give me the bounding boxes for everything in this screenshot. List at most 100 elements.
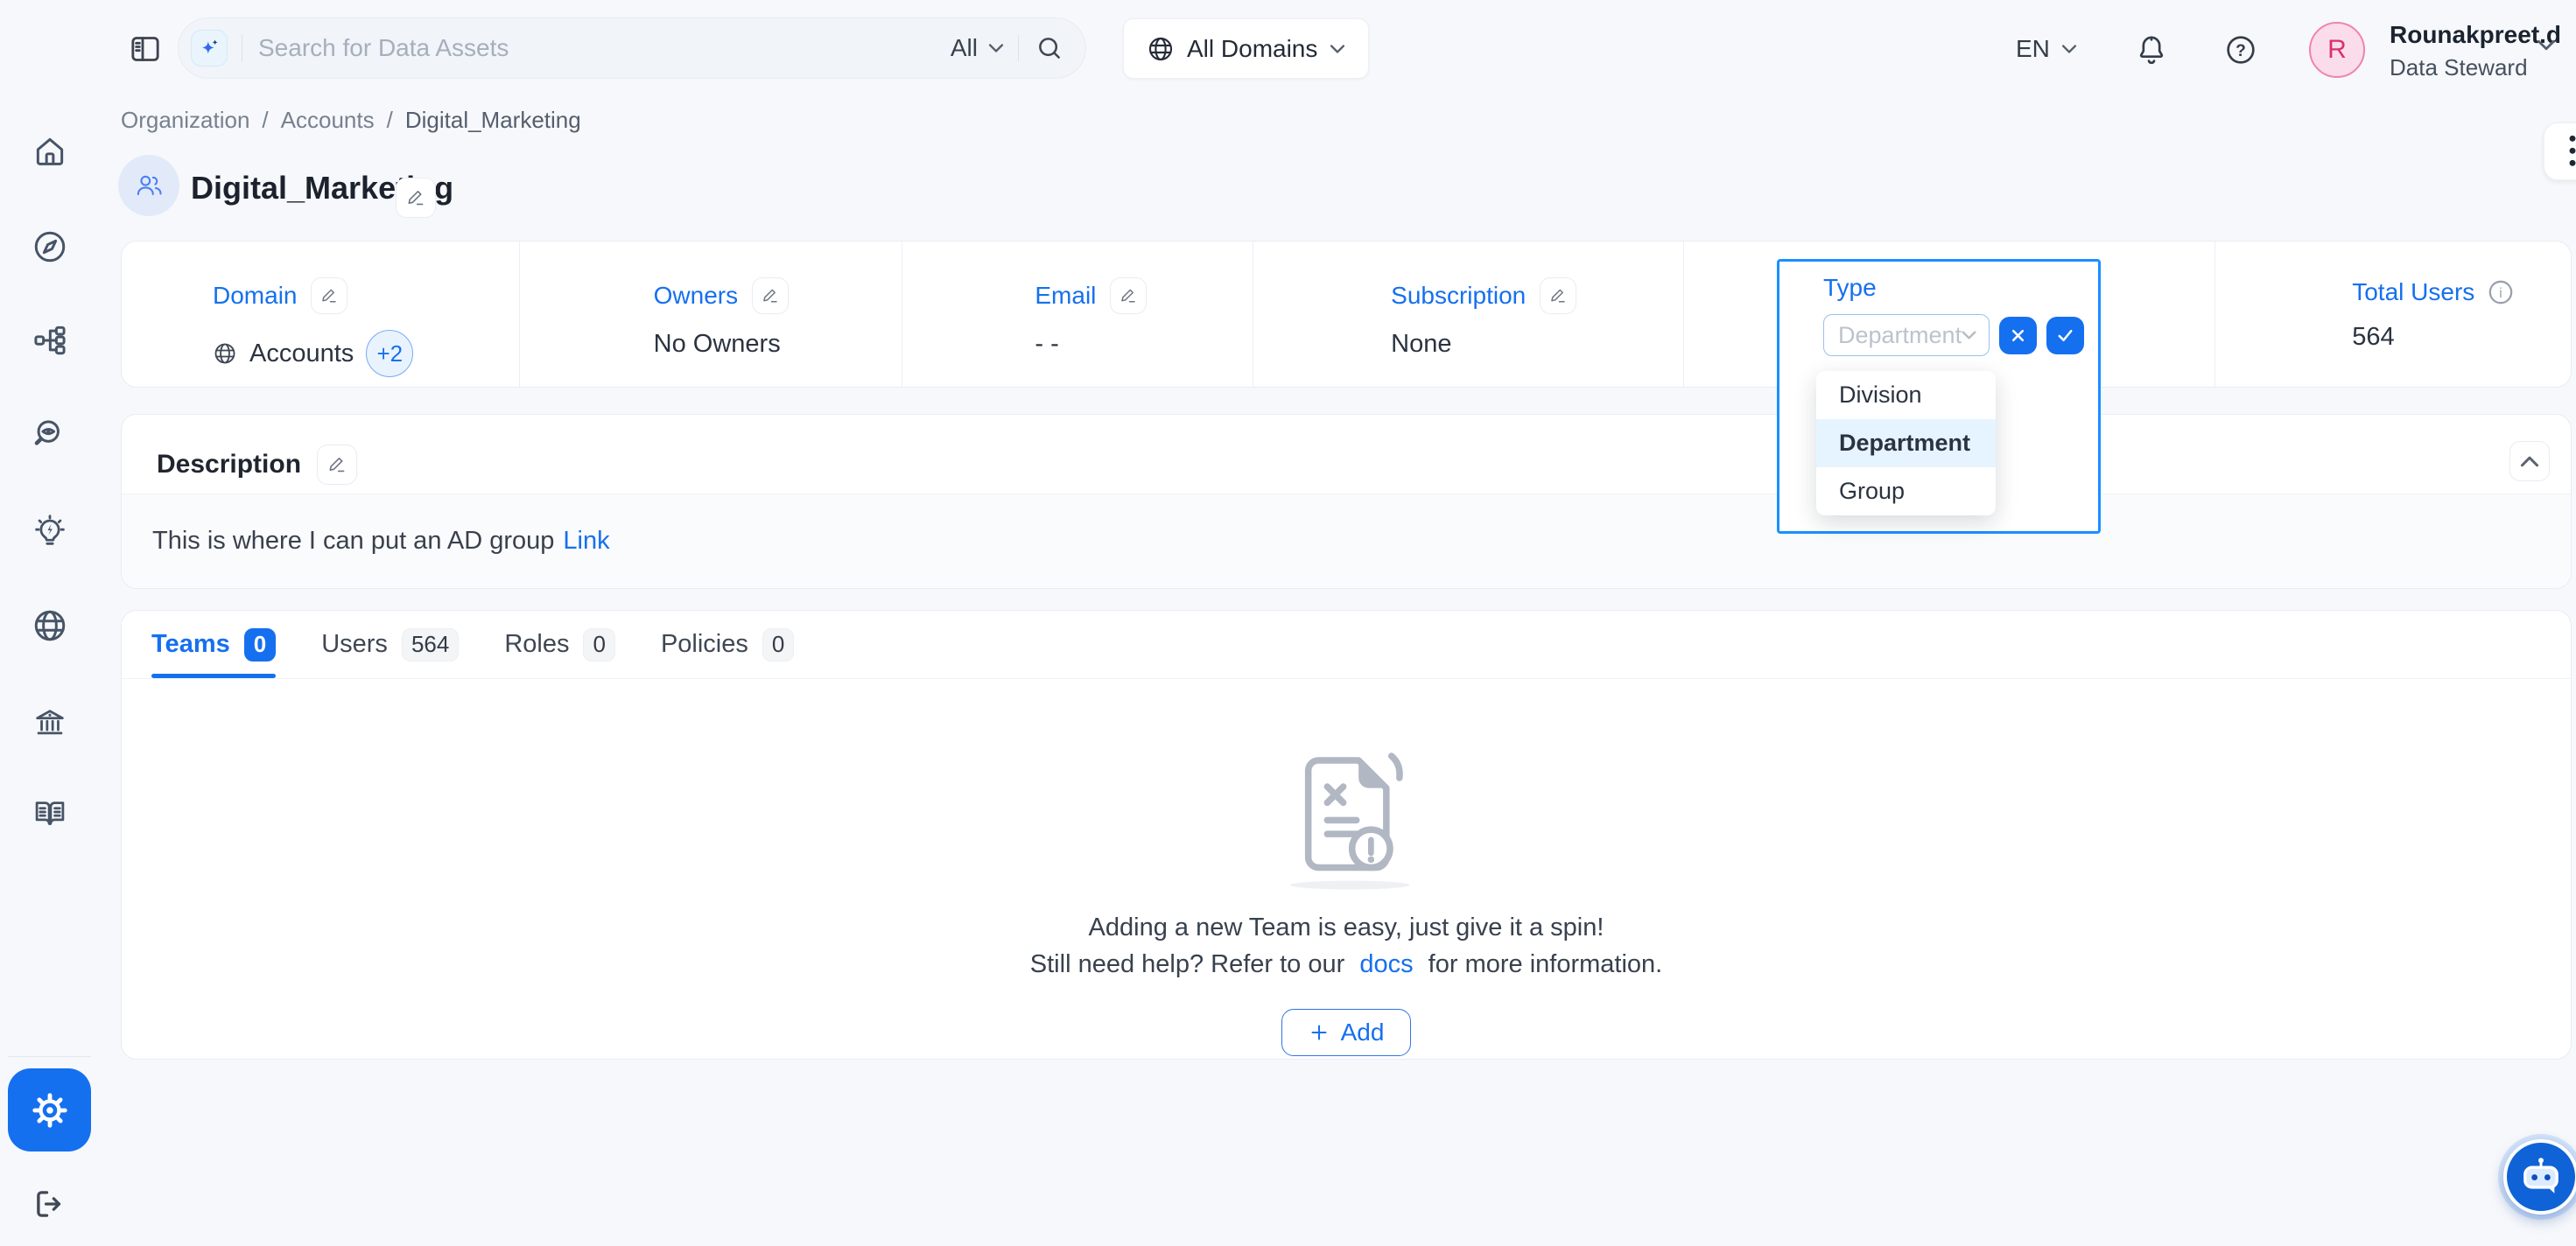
summary-col-owners: Owners No Owners <box>519 242 902 387</box>
add-button-label: Add <box>1341 1018 1385 1046</box>
email-value: - - <box>1035 330 1058 359</box>
gear-icon <box>30 1090 70 1130</box>
confirm-type-button[interactable] <box>2046 317 2084 354</box>
language-dropdown[interactable]: EN <box>2016 35 2077 63</box>
description-text: This is where I can put an AD group <box>152 527 554 556</box>
tab-policies[interactable]: Policies 0 <box>661 611 794 678</box>
type-option-division[interactable]: Division <box>1816 371 1996 419</box>
info-circle-icon: i <box>2486 277 2516 307</box>
empty-document-icon <box>1281 735 1412 900</box>
search-input[interactable] <box>258 34 951 62</box>
avatar-initial: R <box>2327 35 2347 65</box>
bank-icon <box>32 704 68 741</box>
breadcrumb-item-current: Digital_Marketing <box>405 107 581 134</box>
observability-eye-lens-icon <box>32 416 68 453</box>
collapse-description-button[interactable] <box>2509 441 2550 481</box>
compass-icon <box>32 228 68 265</box>
domain-more-badge[interactable]: +2 <box>366 330 413 377</box>
sidebar-item-lineage[interactable] <box>30 320 70 360</box>
search-icon[interactable] <box>1035 33 1064 63</box>
breadcrumb-item-accounts[interactable]: Accounts <box>281 107 375 134</box>
chevron-down-icon <box>1330 44 1345 54</box>
empty-help-suffix: for more information. <box>1428 950 1663 978</box>
sidebar-item-domains[interactable] <box>30 606 70 646</box>
description-body: This is where I can put an AD group Link <box>122 494 2571 588</box>
sidebar-item-explore[interactable] <box>30 227 70 267</box>
docs-link[interactable]: docs <box>1359 950 1413 978</box>
global-search-bar: All <box>178 18 1086 79</box>
user-menu[interactable]: Rounakpreet.d Data Steward <box>2390 19 2561 82</box>
chatbot-button[interactable] <box>2503 1139 2576 1214</box>
breadcrumb-separator: / <box>262 107 268 134</box>
sidebar-item-settings[interactable] <box>8 1068 91 1152</box>
edit-subscription-button[interactable] <box>1540 277 1576 314</box>
logout-icon <box>32 1186 68 1222</box>
sidebar-item-logout[interactable] <box>30 1184 70 1224</box>
left-sidebar <box>0 0 99 1246</box>
sidebar-toggle-button[interactable] <box>128 32 163 66</box>
teams-empty-state: Adding a new Team is easy, just give it … <box>122 679 2571 1056</box>
total-users-label: Total Users <box>2352 278 2474 306</box>
team-detail-card: Teams 0 Users 564 Roles 0 Policies 0 <box>121 610 2572 1060</box>
user-menu-chevron-icon[interactable] <box>2537 38 2572 74</box>
type-select[interactable]: Department <box>1823 314 1990 356</box>
breadcrumb-item-organization[interactable]: Organization <box>121 107 249 134</box>
all-domains-button[interactable]: All Domains <box>1123 18 1369 79</box>
chatbot-robot-icon <box>2519 1155 2563 1199</box>
chevron-down-icon <box>988 43 1004 53</box>
all-domains-label: All Domains <box>1187 35 1317 63</box>
description-label: Description <box>157 450 301 480</box>
tab-roles[interactable]: Roles 0 <box>504 611 615 678</box>
tab-teams[interactable]: Teams 0 <box>151 611 276 678</box>
tab-bar: Teams 0 Users 564 Roles 0 Policies 0 <box>122 611 2571 679</box>
tab-roles-count: 0 <box>583 628 614 662</box>
cancel-type-button[interactable] <box>1999 317 2037 354</box>
summary-col-subscription: Subscription None <box>1253 242 1683 387</box>
sidebar-item-observability[interactable] <box>30 415 70 455</box>
sidebar-item-insights[interactable] <box>30 512 70 552</box>
email-label: Email <box>1035 282 1096 310</box>
language-label: EN <box>2016 35 2050 63</box>
sidebar-item-glossary[interactable] <box>30 793 70 833</box>
chevron-down-icon <box>2061 44 2077 54</box>
type-edit-spotlight: Type Department Division Department Grou… <box>1777 259 2101 534</box>
help-question-icon[interactable]: ? <box>2223 32 2258 67</box>
summary-col-domain: Domain Accounts +2 <box>122 242 519 387</box>
edit-description-button[interactable] <box>317 444 357 485</box>
domain-value[interactable]: Accounts <box>249 340 354 368</box>
topbar: All All Domains EN ? R Rounakpreet.d Dat… <box>0 0 2576 99</box>
empty-help-prefix: Still need help? Refer to our <box>1030 950 1345 978</box>
manage-kebab-menu-button[interactable] <box>2544 122 2576 180</box>
close-x-icon <box>2009 326 2027 345</box>
edit-email-button[interactable] <box>1110 277 1147 314</box>
search-scope-dropdown[interactable]: All <box>951 34 1004 62</box>
plus-icon <box>1309 1022 1330 1043</box>
notifications-bell-icon[interactable] <box>2134 32 2169 67</box>
tab-policies-label: Policies <box>661 630 748 659</box>
lightbulb-bolt-icon <box>32 514 68 550</box>
edit-owners-button[interactable] <box>752 277 789 314</box>
tab-users[interactable]: Users 564 <box>321 611 459 678</box>
chevron-up-icon <box>2520 455 2539 468</box>
user-avatar[interactable]: R <box>2309 22 2365 78</box>
edit-domain-button[interactable] <box>311 277 347 314</box>
user-name: Rounakpreet.d <box>2390 19 2561 50</box>
home-icon <box>32 133 68 170</box>
type-option-department[interactable]: Department <box>1816 419 1996 467</box>
description-link[interactable]: Link <box>563 527 609 556</box>
sidebar-item-home[interactable] <box>30 131 70 172</box>
type-label: Type <box>1823 274 1877 302</box>
edit-title-button[interactable] <box>396 178 436 218</box>
summary-col-email: Email - - <box>902 242 1253 387</box>
tab-users-label: Users <box>321 630 388 659</box>
svg-text:i: i <box>2500 286 2502 301</box>
ai-sparkles-icon[interactable] <box>191 30 228 66</box>
type-option-group[interactable]: Group <box>1816 467 1996 515</box>
sidebar-item-governance[interactable] <box>30 703 70 743</box>
tab-teams-label: Teams <box>151 630 230 659</box>
edit-pencil-icon <box>405 187 426 208</box>
add-team-button[interactable]: Add <box>1281 1009 1412 1056</box>
svg-text:?: ? <box>2236 42 2246 60</box>
open-book-icon <box>32 794 68 831</box>
kebab-dots-icon <box>2567 134 2576 169</box>
